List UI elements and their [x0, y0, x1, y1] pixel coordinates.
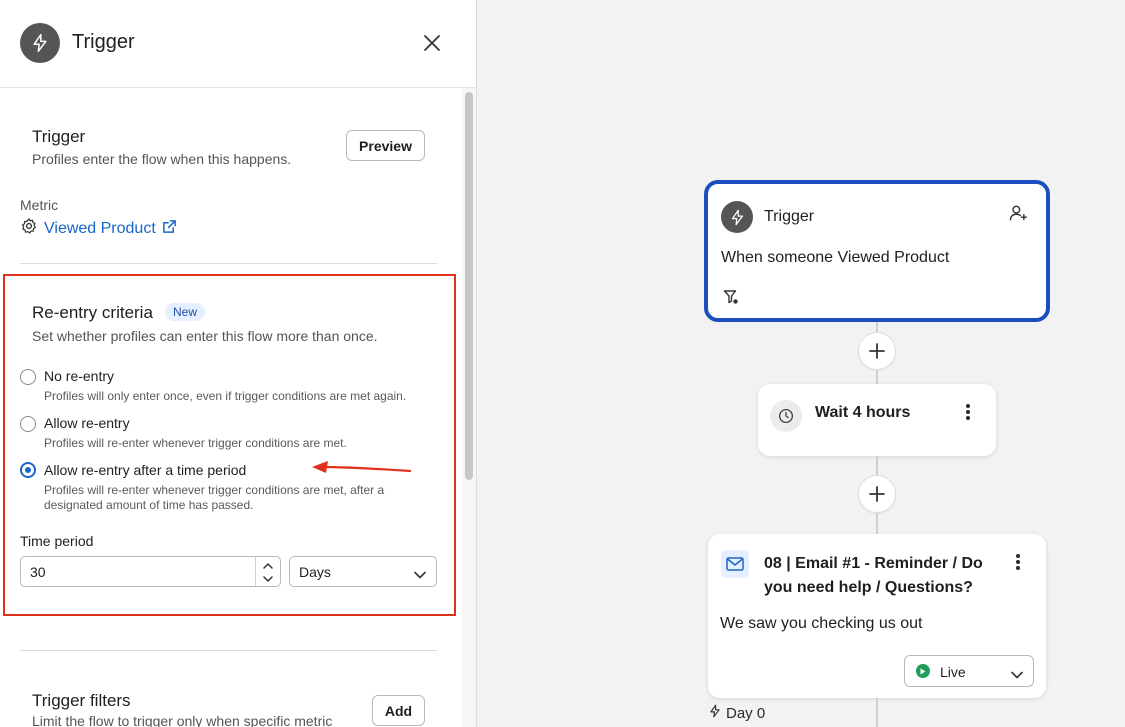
plus-icon — [869, 486, 885, 502]
new-badge: New — [165, 303, 206, 321]
radio-desc-allow-reentry-time-period: Profiles will re-enter whenever trigger … — [44, 483, 385, 512]
divider — [20, 650, 437, 651]
gear-icon — [20, 217, 38, 240]
chevron-down-icon[interactable] — [414, 566, 426, 584]
day-label: Day 0 — [726, 705, 766, 722]
more-options-icon[interactable] — [1011, 552, 1025, 572]
chevron-down-icon[interactable] — [1011, 666, 1023, 684]
scrollbar-thumb[interactable] — [465, 92, 473, 480]
lightning-icon — [20, 23, 60, 63]
trigger-section-title: Trigger — [32, 127, 86, 146]
trigger-filters-title: Trigger filters — [32, 691, 131, 710]
connector-line — [876, 370, 878, 384]
email-node-description: We saw you checking us out — [720, 615, 923, 632]
wait-node-card[interactable]: Wait 4 hours — [758, 384, 996, 456]
external-link-icon[interactable] — [162, 219, 177, 239]
trigger-node-description: When someone Viewed Product — [721, 249, 950, 266]
reentry-subtitle: Set whether profiles can enter this flow… — [32, 328, 378, 344]
radio-allow-reentry-time-period[interactable] — [20, 462, 36, 478]
time-unit-select[interactable]: Days — [289, 556, 437, 587]
preview-button[interactable]: Preview — [346, 130, 425, 161]
close-icon[interactable] — [420, 31, 444, 55]
lightning-icon — [721, 201, 753, 233]
lightning-icon — [708, 704, 722, 723]
radio-desc-allow-reentry: Profiles will re-enter whenever trigger … — [44, 436, 347, 450]
time-period-input[interactable]: 30 — [20, 556, 281, 587]
divider — [20, 263, 437, 264]
panel-title: Trigger — [72, 31, 135, 53]
email-node-card[interactable]: 08 | Email #1 - Reminder / Do you need h… — [708, 534, 1046, 698]
trigger-node-title: Trigger — [764, 208, 815, 225]
panel-header: Trigger — [0, 0, 476, 88]
live-status-icon — [916, 664, 930, 678]
status-value[interactable]: Live — [940, 664, 966, 680]
radio-label-allow-reentry-time-period[interactable]: Allow re-entry after a time period — [44, 462, 246, 478]
add-user-icon[interactable] — [1008, 203, 1028, 228]
time-period-label: Time period — [20, 533, 94, 549]
time-period-value[interactable]: 30 — [30, 564, 46, 580]
connector-line — [876, 513, 878, 534]
metric-link[interactable]: Viewed Product — [44, 220, 156, 238]
email-node-title: 08 | Email #1 - Reminder / Do you need h… — [764, 555, 983, 596]
metric-label: Metric — [20, 197, 59, 213]
connector-line — [876, 698, 878, 727]
add-step-button[interactable] — [858, 475, 896, 513]
chevron-up-icon[interactable] — [256, 558, 280, 572]
trigger-section-subtitle: Profiles enter the flow when this happen… — [32, 151, 292, 167]
wait-node-title: Wait 4 hours — [815, 404, 911, 421]
clock-icon — [770, 400, 802, 432]
more-options-icon[interactable] — [961, 402, 975, 422]
radio-no-reentry[interactable] — [20, 369, 36, 385]
add-filter-button[interactable]: Add — [372, 695, 425, 726]
email-icon — [721, 550, 749, 578]
trigger-panel: Trigger Trigger Profiles enter the flow … — [0, 0, 477, 727]
quantity-stepper[interactable] — [255, 557, 280, 586]
day-marker: Day 0 — [708, 704, 765, 723]
radio-label-allow-reentry[interactable]: Allow re-entry — [44, 415, 130, 431]
metric-row: Viewed Product — [20, 217, 177, 240]
radio-allow-reentry[interactable] — [20, 416, 36, 432]
reentry-title: Re-entry criteria — [32, 303, 153, 322]
filter-icon — [723, 289, 739, 310]
radio-label-no-reentry[interactable]: No re-entry — [44, 368, 114, 384]
plus-icon — [869, 343, 885, 359]
trigger-filters-subtitle: Limit the flow to trigger only when spec… — [32, 713, 333, 727]
add-step-button[interactable] — [858, 332, 896, 370]
chevron-down-icon[interactable] — [256, 572, 280, 586]
radio-desc-no-reentry: Profiles will only enter once, even if t… — [44, 389, 407, 403]
time-unit-value[interactable]: Days — [299, 564, 331, 580]
trigger-node-card[interactable]: Trigger When someone Viewed Product — [704, 180, 1050, 322]
status-select[interactable]: Live — [904, 655, 1034, 687]
